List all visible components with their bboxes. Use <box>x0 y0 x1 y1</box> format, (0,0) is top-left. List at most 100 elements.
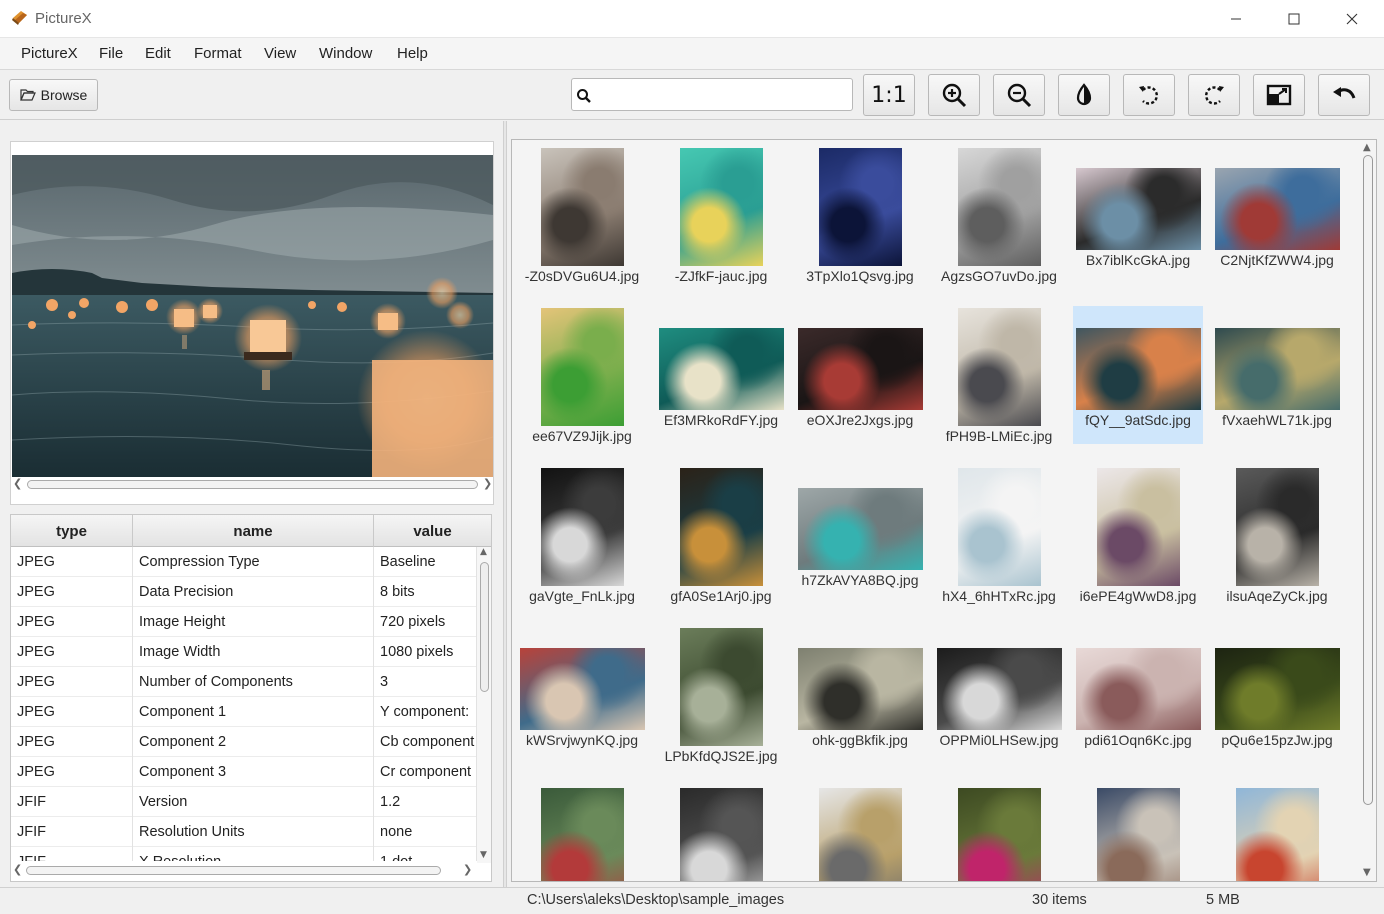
thumbnail-image <box>540 468 624 586</box>
cell-value: Y component: <box>374 697 477 727</box>
thumbnail-tile[interactable] <box>1212 786 1342 881</box>
split-pane-divider[interactable] <box>503 121 507 887</box>
thumbnail-tile[interactable] <box>795 786 925 881</box>
table-row[interactable]: JFIF Version 1.2 <box>11 787 477 817</box>
thumbnail-tile[interactable]: h7ZkAVYA8BQ.jpg <box>795 466 925 604</box>
thumbnail-caption: ohk-ggBkfik.jpg <box>812 732 908 748</box>
menu-picturex[interactable]: PictureX <box>21 45 78 62</box>
thumbnail-tile[interactable] <box>656 786 786 881</box>
table-row[interactable]: JPEG Data Precision 8 bits <box>11 577 477 607</box>
column-header-type[interactable]: type <box>11 515 133 547</box>
gallery-scroll-down-icon[interactable]: ▼ <box>1363 867 1371 878</box>
thumbnail-tile[interactable]: -ZJfkF-jauc.jpg <box>656 146 786 284</box>
scroll-right-icon[interactable]: ❯ <box>483 477 492 490</box>
table-row[interactable]: JPEG Component 1Y component: <box>11 697 477 727</box>
cell-value: 3 <box>374 667 477 697</box>
cell-type: JPEG <box>11 547 133 577</box>
column-header-name[interactable]: name <box>133 515 374 547</box>
thumbnail-tile[interactable]: fQY__9atSdc.jpg <box>1073 306 1203 444</box>
thumbnail-image <box>679 148 763 266</box>
menu-help[interactable]: Help <box>397 45 428 62</box>
status-total-size: 5 MB <box>1206 892 1240 908</box>
minimize-button[interactable] <box>1207 0 1265 38</box>
table-row[interactable]: JFIF Resolution Units none <box>11 817 477 847</box>
thumbnail-tile[interactable]: C2NjtKfZWW4.jpg <box>1212 146 1342 284</box>
thumbnail-tile[interactable]: -Z0sDVGu6U4.jpg <box>517 146 647 284</box>
column-header-value[interactable]: value <box>374 515 491 547</box>
thumbnail-tile[interactable] <box>1073 786 1203 881</box>
menu-view[interactable]: View <box>264 45 296 62</box>
close-button[interactable] <box>1323 0 1381 38</box>
table-row[interactable]: JPEG Image Height 720 pixels <box>11 607 477 637</box>
thumbnail-image <box>679 788 763 881</box>
search-box[interactable] <box>571 78 853 111</box>
thumbnail-tile[interactable]: fVxaehWL71k.jpg <box>1212 306 1342 444</box>
zoom-in-button[interactable] <box>928 74 980 116</box>
thumbnail-caption: pQu6e15pzJw.jpg <box>1221 732 1333 748</box>
table-row[interactable]: JPEG Compression Type Baseline <box>11 547 477 577</box>
table-vertical-scrollbar[interactable]: ▲ ▼ <box>477 547 491 863</box>
thumbnail-tile[interactable]: Bx7iblKcGkA.jpg <box>1073 146 1203 284</box>
title-bar: PictureX <box>0 0 1384 38</box>
zoom-out-button[interactable] <box>993 74 1045 116</box>
thumbnail-tile[interactable]: i6ePE4gWwD8.jpg <box>1073 466 1203 604</box>
thumbnail-image <box>519 648 645 730</box>
table-row[interactable]: JPEG Image Width 1080 pixels <box>11 637 477 667</box>
menu-window[interactable]: Window <box>319 45 372 62</box>
status-item-count: 30 items <box>1032 892 1087 908</box>
thumbnail-tile[interactable]: ee67VZ9Jijk.jpg <box>517 306 647 444</box>
thumbnail-image <box>797 328 923 410</box>
rotate-right-button[interactable] <box>1188 74 1240 116</box>
gallery-vertical-scrollbar[interactable]: ▲ ▼ <box>1359 140 1376 881</box>
search-input[interactable] <box>596 83 846 106</box>
thumbnail-tile[interactable]: gaVgte_FnLk.jpg <box>517 466 647 604</box>
thumbnail-tile[interactable]: pdi61Oqn6Kc.jpg <box>1073 626 1203 764</box>
browse-button[interactable]: Browse <box>9 79 98 111</box>
thumbnail-tile[interactable]: eOXJre2Jxgs.jpg <box>795 306 925 444</box>
scroll-up-icon[interactable]: ▲ <box>480 547 487 557</box>
actual-size-button[interactable]: 1:1 <box>863 74 915 116</box>
zoom-out-icon <box>1007 83 1032 108</box>
table-row[interactable]: JPEG Component 2 Cb component <box>11 727 477 757</box>
scroll-down-icon[interactable]: ▼ <box>480 850 487 860</box>
minimize-icon <box>1231 18 1241 20</box>
thumbnail-tile[interactable]: OPPMi0LHSew.jpg <box>934 626 1064 764</box>
thumbnail-tile[interactable]: pQu6e15pzJw.jpg <box>1212 626 1342 764</box>
fit-screen-button[interactable] <box>1253 74 1305 116</box>
thumbnail-image <box>658 328 784 410</box>
thumbnail-tile[interactable]: LPbKfdQJS2E.jpg <box>656 626 786 764</box>
preview-horizontal-scrollbar[interactable]: ❮ ❯ <box>12 477 493 491</box>
maximize-button[interactable] <box>1265 0 1323 38</box>
window-title: PictureX <box>35 10 92 27</box>
table-scroll-right-icon[interactable]: ❯ <box>463 863 472 876</box>
thumbnail-tile[interactable]: 3TpXlo1Qsvg.jpg <box>795 146 925 284</box>
thumbnail-tile[interactable] <box>934 786 1064 881</box>
thumbnail-tile[interactable]: gfA0Se1Arj0.jpg <box>656 466 786 604</box>
close-icon <box>1346 13 1358 25</box>
thumbnail-tile[interactable]: kWSrvjwynKQ.jpg <box>517 626 647 764</box>
thumbnail-image <box>1235 788 1319 881</box>
rotate-left-icon <box>1139 86 1158 105</box>
menu-file[interactable]: File <box>99 45 123 62</box>
scroll-left-icon[interactable]: ❮ <box>13 477 22 490</box>
thumbnail-tile[interactable]: Ef3MRkoRdFY.jpg <box>656 306 786 444</box>
thumbnail-tile[interactable]: ohk-ggBkfik.jpg <box>795 626 925 764</box>
thumbnail-caption: C2NjtKfZWW4.jpg <box>1220 252 1334 268</box>
menu-edit[interactable]: Edit <box>145 45 171 62</box>
thumbnail-tile[interactable]: ilsuAqeZyCk.jpg <box>1212 466 1342 604</box>
thumbnail-tile[interactable]: AgzsGO7uvDo.jpg <box>934 146 1064 284</box>
thumbnail-tile[interactable]: fPH9B-LMiEc.jpg <box>934 306 1064 444</box>
menu-format[interactable]: Format <box>194 45 242 62</box>
table-horizontal-scrollbar[interactable]: ❮ ❯ <box>11 863 491 877</box>
table-row[interactable]: JPEG Number of Components 3 <box>11 667 477 697</box>
undo-button[interactable] <box>1318 74 1370 116</box>
table-row[interactable]: JFIFX Resolution1 dot <box>11 847 477 861</box>
table-row[interactable]: JPEG Component 3 Cr component <box>11 757 477 787</box>
contrast-button[interactable] <box>1058 74 1110 116</box>
thumbnail-tile[interactable] <box>517 786 647 881</box>
rotate-left-button[interactable] <box>1123 74 1175 116</box>
gallery-scroll-up-icon[interactable]: ▲ <box>1363 142 1371 153</box>
table-scroll-left-icon[interactable]: ❮ <box>13 863 22 876</box>
thumbnail-image <box>957 148 1041 266</box>
thumbnail-tile[interactable]: hX4_6hHTxRc.jpg <box>934 466 1064 604</box>
